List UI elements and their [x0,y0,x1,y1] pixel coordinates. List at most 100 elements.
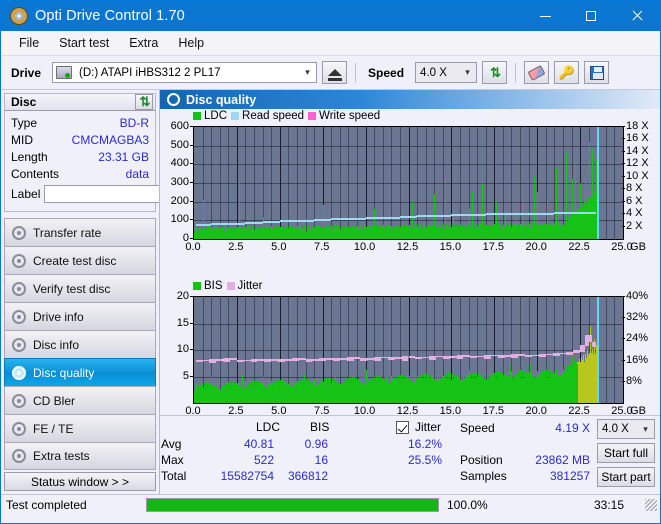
disc-icon [12,225,26,240]
y-axis-tick-mark [190,182,193,183]
read-speed-line [451,214,469,217]
eject-button[interactable] [322,61,348,84]
bis-bar [200,380,202,403]
bis-bar [334,376,336,403]
sidebar-item-verify-test-disc[interactable]: Verify test disc [4,274,156,302]
minimize-icon [539,15,551,17]
drive-select[interactable]: (D:) ATAPI iHBS312 2 PL17 ▾ [52,62,318,83]
ldc-bar [439,225,441,239]
bis-bar [288,384,290,403]
legend-item: BIS [193,280,223,292]
sidebar-item-transfer-rate[interactable]: Transfer rate [4,218,156,246]
y-axis-tick: 100 [170,213,189,226]
jitter-line [257,359,265,361]
bis-bar [329,384,331,403]
sidebar-item-label: Extra tests [33,449,90,463]
disc-refresh-button[interactable]: ⇅ [135,94,153,110]
bis-bar [586,350,588,403]
sidebar-item-cd-bler[interactable]: CD Bler [4,386,156,414]
start-full-button[interactable]: Start full [597,443,655,463]
bis-bar [509,365,511,403]
menu-file[interactable]: File [9,33,49,53]
jitter-line [271,358,279,361]
jitter-line [312,359,320,361]
jitter-line [332,359,340,362]
drive-icon [56,66,73,79]
read-speed-line [331,218,349,221]
sidebar-item-fe-te[interactable]: FE / TE [4,414,156,442]
speed-select[interactable]: 4.0 X ▾ [415,62,478,83]
bis-bar [370,382,372,403]
stats-row-avg: Avg [161,437,182,451]
menu-start-test[interactable]: Start test [49,33,119,53]
samples-label: Samples [460,469,507,483]
y-axis-tick-mark [190,219,193,221]
sidebar-item-drive-info[interactable]: Drive info [4,302,156,330]
keys-button[interactable]: 🔑 [554,61,580,84]
menu-extra[interactable]: Extra [119,33,168,53]
start-part-button[interactable]: Start part [597,467,655,487]
bis-bar [314,378,316,403]
jitter-line [209,361,217,363]
chevron-down-icon: ▾ [465,67,470,77]
ldc-bar [556,168,558,239]
ldc-bar [247,227,249,239]
read-speed-line [537,212,555,215]
sidebar-item-disc-quality[interactable]: Disc quality [4,358,156,386]
bis-bar [514,374,516,403]
bis-bar [530,363,532,403]
y2-axis-tick: 16% [626,353,649,366]
chevron-down-icon: ▾ [643,423,648,434]
ldc-bar [393,227,395,239]
ldc-bar [252,227,254,239]
ldc-bar [317,225,319,239]
jitter-line [477,355,484,358]
sidebar-item-extra-tests[interactable]: Extra tests [4,442,156,470]
result-speed-select[interactable]: 4.0 X ▾ [597,419,655,439]
legend-label: Read speed [242,110,305,122]
status-window-button[interactable]: Status window > > [4,472,156,491]
legend-swatch [193,112,201,120]
menu-help[interactable]: Help [168,33,214,53]
sidebar-item-disc-info[interactable]: Disc info [4,330,156,358]
jitter-line [585,344,589,347]
page-title: Disc quality [186,92,257,107]
read-speed-line [228,222,246,225]
jitter-avg-value: 16.2% [407,437,442,451]
close-button[interactable] [614,1,660,31]
jitter-line [588,335,593,337]
jitter-line [339,358,347,360]
jitter-line [291,359,299,362]
sidebar-item-create-test-disc[interactable]: Create test disc [4,246,156,274]
ldc-bar [374,209,376,239]
save-button[interactable] [584,61,610,84]
erase-button[interactable] [524,61,550,84]
bis-bar [406,373,408,403]
jitter-checkbox[interactable] [396,421,409,434]
ldc-bar [566,153,568,239]
y-axis-tick-mark [190,349,193,350]
x-axis-tick: 2.5 [228,241,244,253]
y-axis-tick-mark [190,238,193,239]
bis-bar [267,383,269,403]
minimize-button[interactable] [522,1,568,31]
ldc-bar [482,183,484,239]
bis-bar [422,383,424,403]
y2-axis-tick: 10 X [626,169,649,182]
x-axis-tick: 0.0 [185,241,201,253]
disc-contents-label: Contents [11,166,60,181]
ldc-avg-value: 40.81 [243,437,274,451]
speed-stat-value: 4.19 X [555,421,590,435]
ldc-bar [350,227,352,239]
ldc-bar [202,199,204,239]
progress-percent: 100.0% [447,498,488,512]
maximize-button[interactable] [568,1,614,31]
y-axis-tick: 500 [170,138,189,151]
y2-axis-tick: 4 X [626,207,643,220]
disc-icon [10,7,28,25]
x-axis-tick: 15.0 [439,241,462,253]
resize-grip[interactable] [645,499,657,511]
legend-item: LDC [193,110,227,122]
refresh-button[interactable]: ⇅ [482,61,508,84]
bis-chart-legend: BIS Jitter [193,280,262,292]
